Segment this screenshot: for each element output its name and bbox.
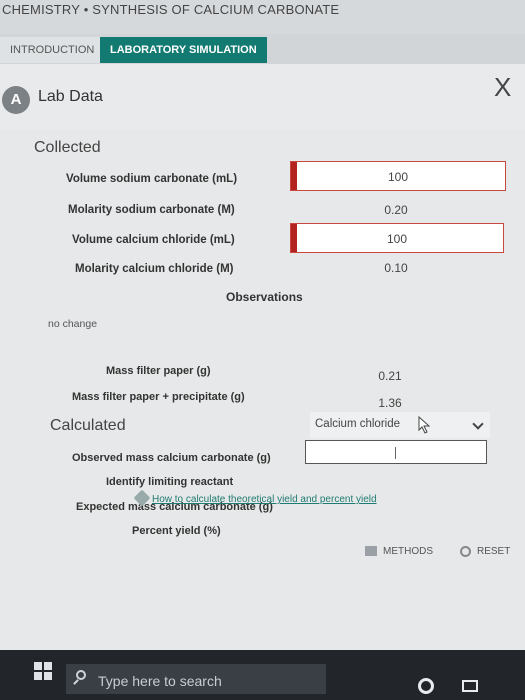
- volume-sodium-carbonate-value: 100: [387, 170, 409, 184]
- close-button[interactable]: X: [494, 72, 511, 103]
- observations-label: Observations: [226, 290, 303, 304]
- mass-filter-paper-value: 0.21: [378, 369, 402, 383]
- volume-calcium-chloride-label: Volume calcium chloride (mL): [72, 234, 235, 246]
- step-badge: A: [2, 86, 30, 114]
- methods-label: METHODS: [383, 546, 433, 557]
- panel-header: A Lab Data X: [0, 64, 525, 130]
- window-titlebar: CHEMISTRY • SYNTHESIS OF CALCIUM CARBONA…: [0, 0, 525, 34]
- windows-start-icon[interactable]: [34, 662, 52, 680]
- task-view-icon[interactable]: [462, 680, 478, 692]
- methods-button[interactable]: METHODS: [365, 546, 433, 566]
- text-caret: [395, 447, 396, 459]
- cortana-icon[interactable]: [418, 678, 434, 694]
- identify-limiting-reactant-label: Identify limiting reactant: [106, 476, 234, 488]
- volume-sodium-carbonate-input[interactable]: 100: [290, 161, 506, 191]
- molarity-calcium-chloride-value: 0.10: [384, 261, 408, 275]
- molarity-sodium-carbonate-value: 0.20: [384, 203, 408, 217]
- calculated-heading: Calculated: [50, 417, 126, 434]
- observations-text: no change: [48, 318, 98, 330]
- tab-bar: INTRODUCTION LABORATORY SIMULATION: [0, 34, 525, 64]
- molarity-sodium-carbonate-label: Molarity sodium carbonate (M): [68, 204, 235, 216]
- limiting-reactant-selected: Calcium chloride: [315, 418, 401, 430]
- mass-filter-paper-precipitate-value: 1.36: [378, 396, 402, 410]
- volume-calcium-chloride-value: 100: [386, 232, 408, 246]
- reset-button[interactable]: RESET: [460, 546, 510, 557]
- taskbar-search-input[interactable]: Type here to search: [66, 664, 326, 694]
- molarity-calcium-chloride-label: Molarity calcium chloride (M): [75, 263, 234, 275]
- percent-yield-label: Percent yield (%): [132, 525, 221, 537]
- reset-icon: [460, 546, 471, 557]
- help-link[interactable]: How to calculate theoretical yield and p…: [152, 494, 377, 505]
- mass-filter-paper-precipitate-label: Mass filter paper + precipitate (g): [72, 391, 245, 403]
- limiting-reactant-select[interactable]: Calcium chloride: [310, 412, 490, 438]
- tab-laboratory-simulation[interactable]: LABORATORY SIMULATION: [100, 37, 267, 63]
- panel-title: Lab Data: [38, 88, 103, 105]
- lab-data-panel: A Lab Data X Collected Volume sodium car…: [0, 64, 525, 650]
- app-title: CHEMISTRY • SYNTHESIS OF CALCIUM CARBONA…: [2, 2, 340, 17]
- observed-mass-calcium-carbonate-label: Observed mass calcium carbonate (g): [72, 452, 271, 464]
- search-icon: [76, 670, 86, 680]
- expected-mass-input[interactable]: [305, 440, 487, 464]
- reset-label: RESET: [477, 546, 511, 558]
- volume-calcium-chloride-input[interactable]: 100: [290, 223, 504, 253]
- mass-filter-paper-label: Mass filter paper (g): [106, 365, 211, 377]
- mouse-cursor-icon: [418, 416, 431, 434]
- taskbar: Type here to search: [0, 650, 525, 700]
- methods-icon: [365, 546, 377, 557]
- taskbar-search-placeholder: Type here to search: [98, 673, 222, 689]
- volume-sodium-carbonate-label: Volume sodium carbonate (mL): [66, 173, 238, 185]
- tab-introduction[interactable]: INTRODUCTION: [0, 37, 105, 63]
- collected-heading: Collected: [34, 139, 101, 156]
